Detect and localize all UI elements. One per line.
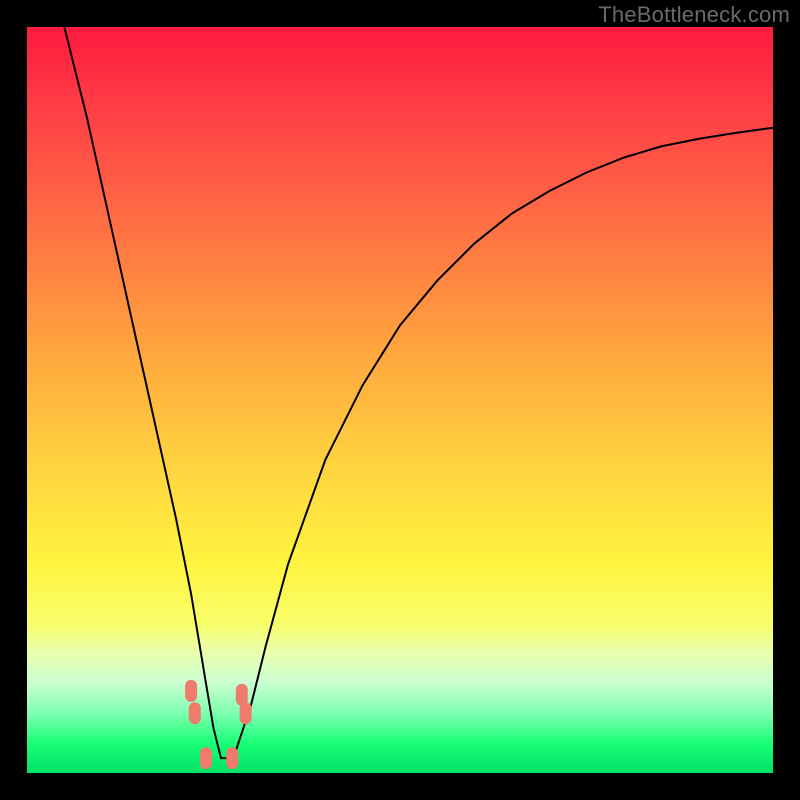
curve-svg [27,27,773,773]
chart-frame: TheBottleneck.com [0,0,800,800]
curve-marker [200,747,212,769]
curve-marker [226,747,238,769]
marker-group [185,680,252,769]
curve-marker [189,702,201,724]
bottleneck-curve [64,27,773,758]
curve-marker [185,680,197,702]
curve-marker [240,702,252,724]
watermark-text: TheBottleneck.com [598,2,790,28]
plot-area [27,27,773,773]
